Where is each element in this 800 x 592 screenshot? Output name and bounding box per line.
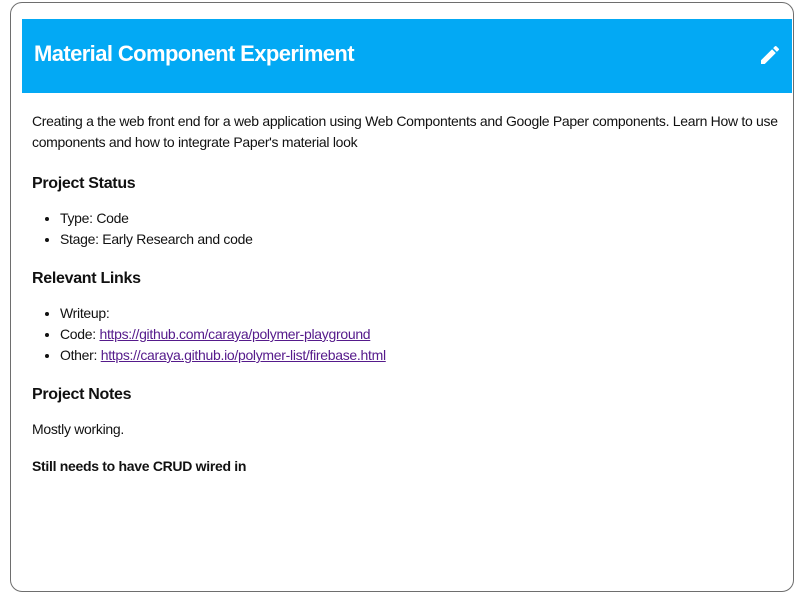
project-status-heading: Project Status [32,175,136,192]
project-note: Mostly working. [32,421,124,437]
card-title: Material Component Experiment [34,41,355,66]
status-type-value: Code [96,210,129,226]
edit-button[interactable] [758,43,782,67]
project-description: Creating a the web front end for a web a… [32,113,778,150]
list-item: Writeup: [60,303,792,324]
card-content: Creating a the web front end for a web a… [32,111,792,477]
project-card: Material Component Experiment Creating a… [10,2,794,592]
project-notes-heading: Project Notes [32,386,132,403]
code-link[interactable]: https://github.com/caraya/polymer-playgr… [99,326,370,342]
writeup-label: Writeup: [60,305,110,321]
other-link[interactable]: https://caraya.github.io/polymer-list/fi… [101,347,386,363]
project-note-bold: Still needs to have CRUD wired in [32,458,247,474]
pencil-icon [761,45,780,64]
project-status-list: Type: Code Stage: Early Research and cod… [32,208,792,250]
list-item: Other: https://caraya.github.io/polymer-… [60,345,792,366]
code-label: Code: [60,326,96,342]
status-stage-label: Stage: [60,231,99,247]
list-item: Type: Code [60,208,792,229]
relevant-links-heading: Relevant Links [32,270,141,287]
status-stage-value: Early Research and code [102,231,253,247]
other-label: Other: [60,347,98,363]
list-item: Code: https://github.com/caraya/polymer-… [60,324,792,345]
relevant-links-list: Writeup: Code: https://github.com/caraya… [32,303,792,366]
list-item: Stage: Early Research and code [60,229,792,250]
card-header: Material Component Experiment [22,19,792,93]
status-type-label: Type: [60,210,93,226]
